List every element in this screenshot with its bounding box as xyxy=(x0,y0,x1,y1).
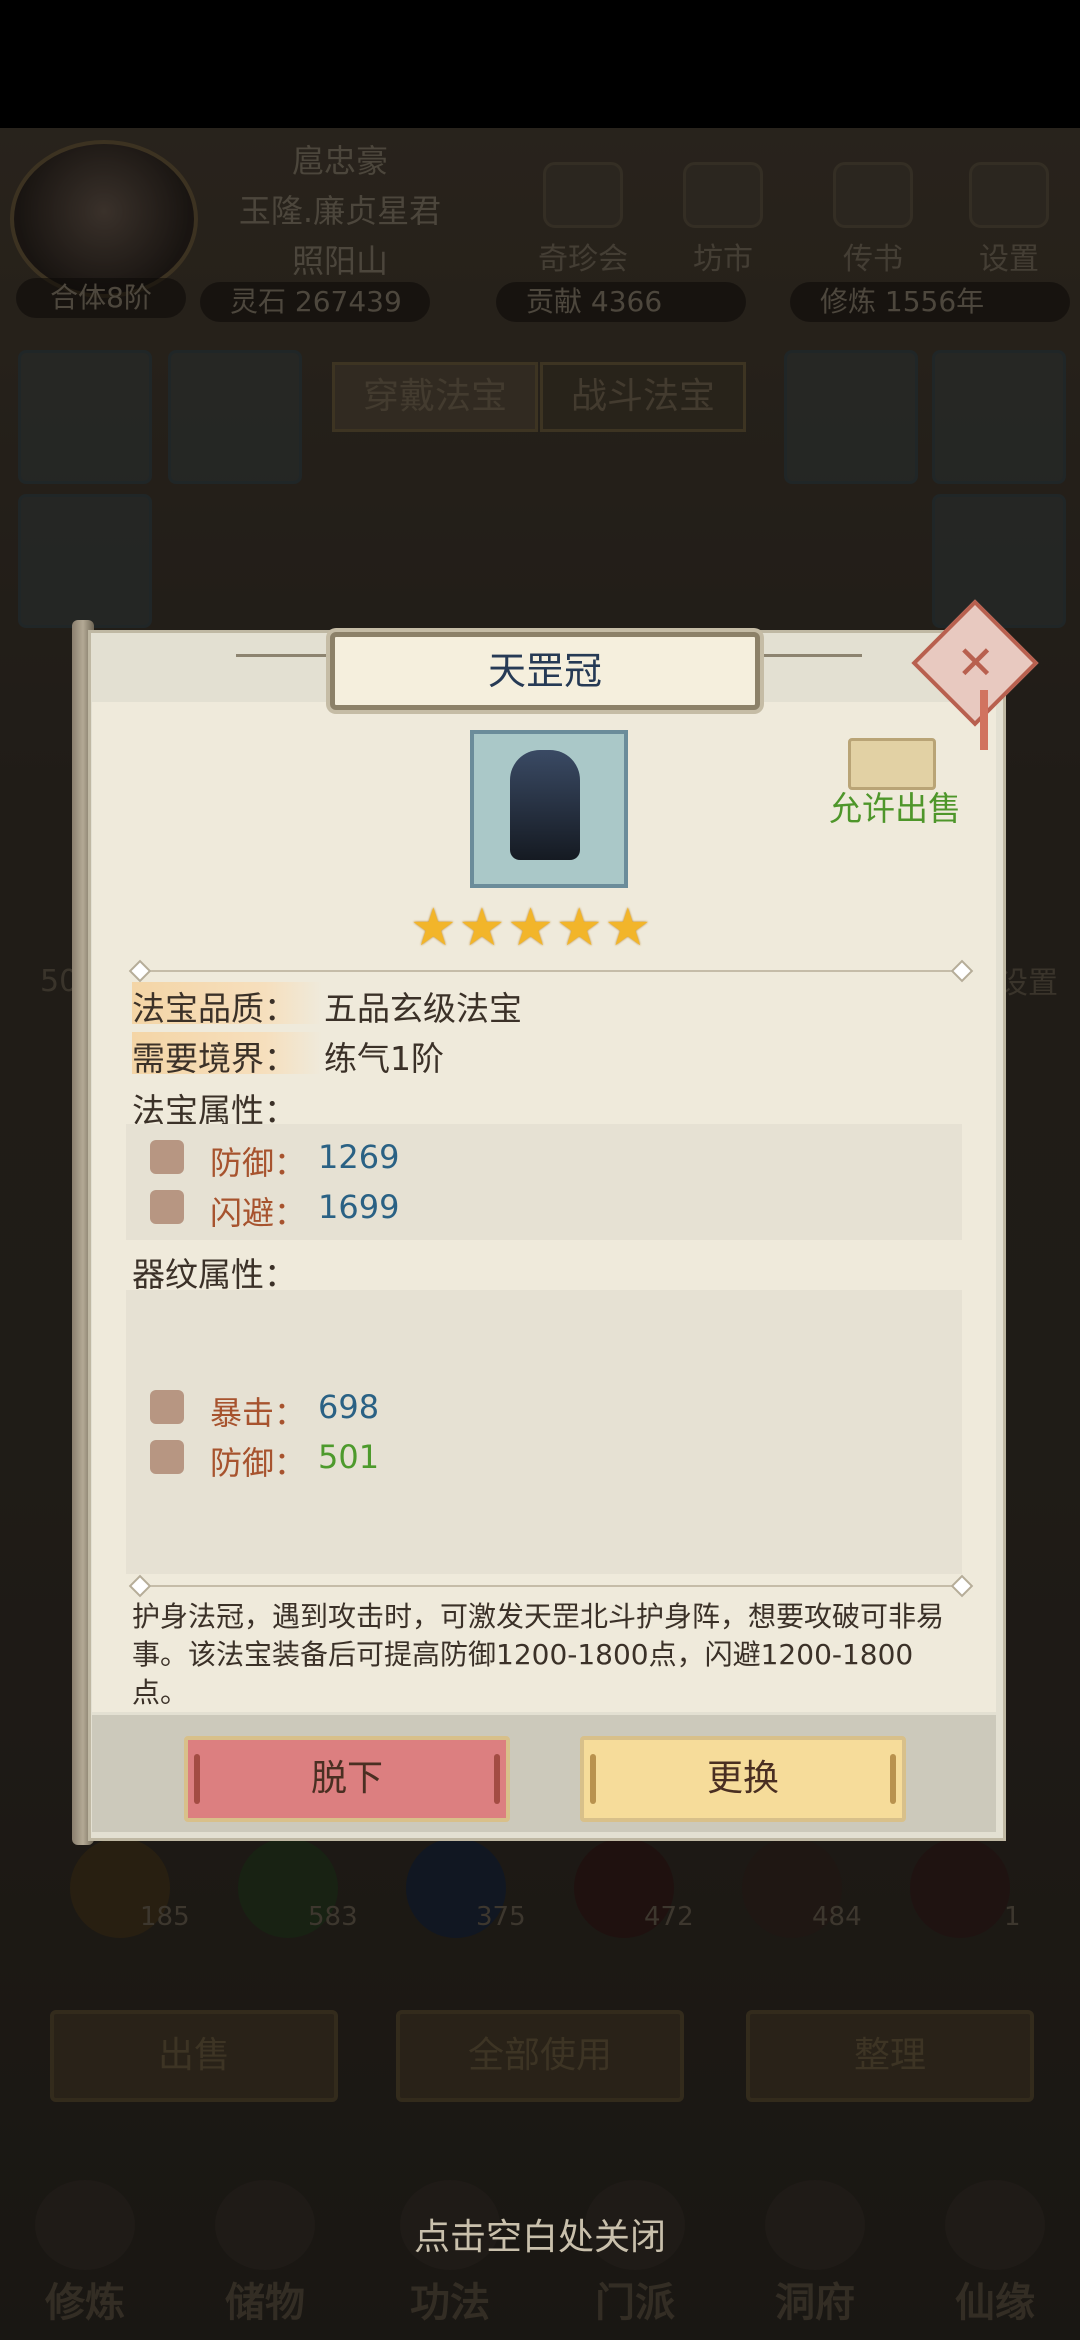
critical-icon xyxy=(150,1390,184,1424)
title-ornament-right xyxy=(752,654,862,657)
divider-bottom xyxy=(140,1585,960,1587)
pattern-crit-name: 暴击： xyxy=(210,1394,307,1432)
dialog-title: 天罡冠 xyxy=(487,649,602,693)
close-icon: ✕ xyxy=(956,635,995,690)
title-ornament-left xyxy=(236,654,336,657)
realm-value: 练气1阶 xyxy=(324,1039,444,1078)
quality-label: 法宝品质： xyxy=(132,989,297,1028)
attr-defense-name: 防御： xyxy=(210,1144,307,1182)
replace-button[interactable]: 更换 xyxy=(580,1736,906,1822)
crown-item-icon xyxy=(510,750,580,860)
dodge-icon xyxy=(150,1190,184,1224)
attr-dodge-name: 闪避： xyxy=(210,1194,307,1232)
shield-icon xyxy=(150,1440,184,1474)
unequip-label: 脱下 xyxy=(310,1758,383,1799)
item-description: 护身法冠，遇到攻击时，可激发天罡北斗护身阵，想要攻破可非易事。该法宝装备后可提高… xyxy=(132,1600,945,1709)
star-rating: ★★★★★ xyxy=(410,898,654,958)
shield-icon xyxy=(150,1140,184,1174)
button-edge-right xyxy=(890,1754,896,1804)
pattern-defense-value: 501 xyxy=(318,1438,380,1476)
unequip-button[interactable]: 脱下 xyxy=(184,1736,510,1822)
quality-value: 五品玄级法宝 xyxy=(324,989,522,1028)
replace-label: 更换 xyxy=(706,1758,779,1799)
pattern-header: 器纹属性： xyxy=(132,1255,297,1294)
button-edge-left xyxy=(194,1754,200,1804)
divider-top xyxy=(140,970,960,972)
pattern-defense-name: 防御： xyxy=(210,1444,307,1482)
button-edge-left xyxy=(590,1754,596,1804)
status-bar xyxy=(0,0,1080,128)
realm-label: 需要境界： xyxy=(132,1039,297,1078)
sell-permit-label: 允许出售 xyxy=(829,789,961,828)
attr-dodge-value: 1699 xyxy=(318,1188,400,1226)
pattern-crit-value: 698 xyxy=(318,1388,380,1426)
attr-defense-value: 1269 xyxy=(318,1138,400,1176)
close-hint: 点击空白处关闭 xyxy=(413,2217,666,2258)
tassel-decoration xyxy=(980,690,988,750)
button-edge-right xyxy=(494,1754,500,1804)
